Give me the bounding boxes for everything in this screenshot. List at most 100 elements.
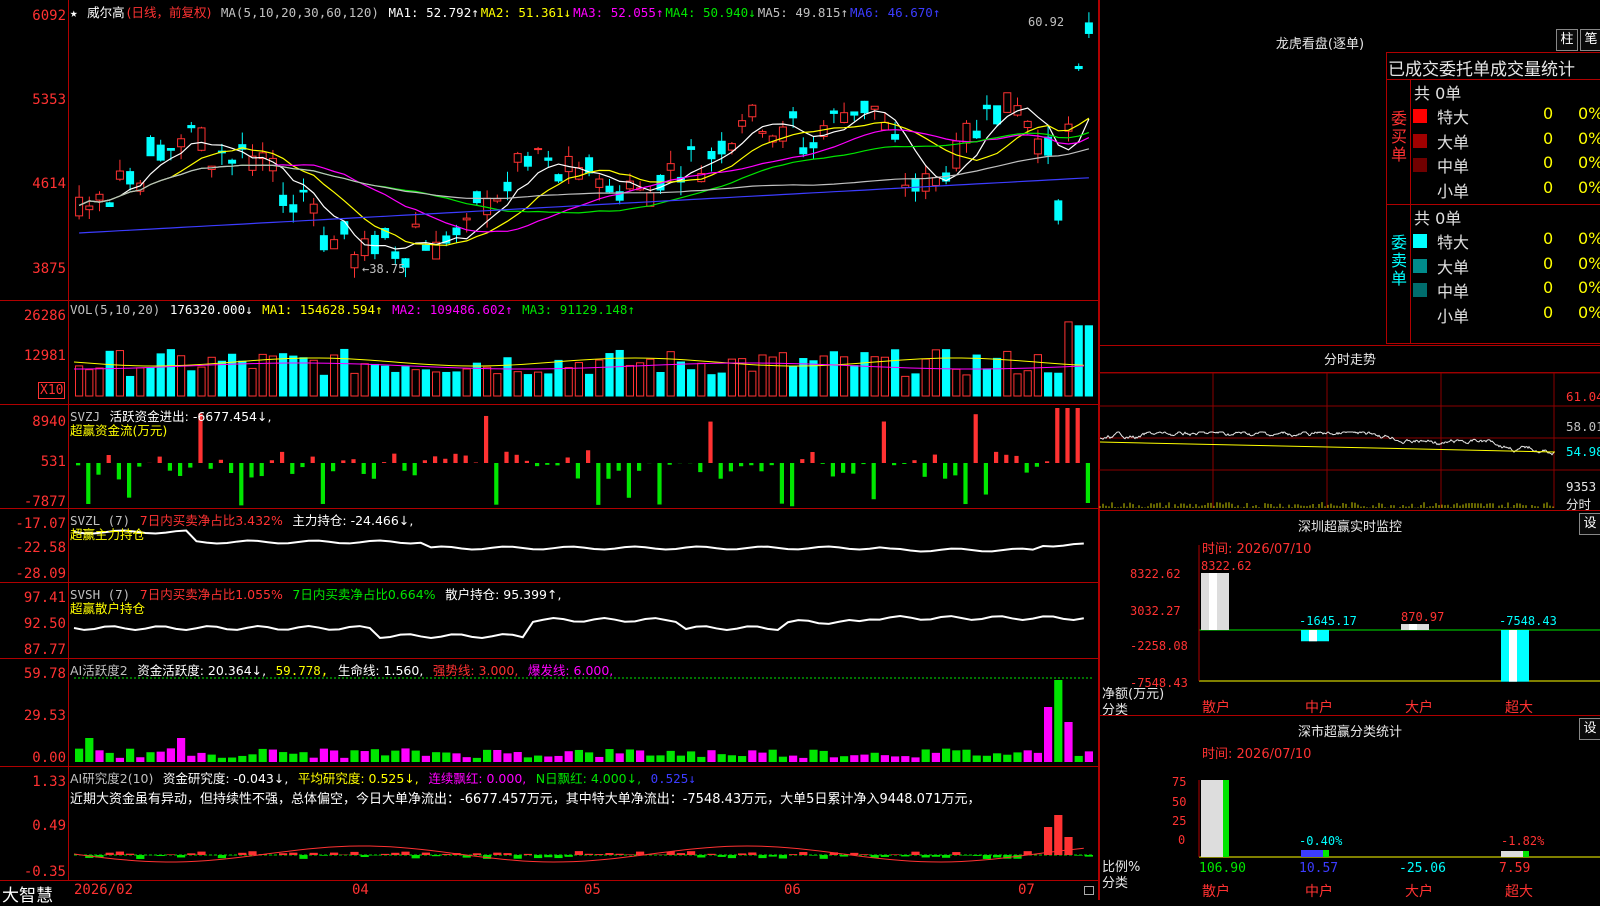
activity-bar [1034, 753, 1042, 762]
row-label: 小单 [1437, 178, 1469, 202]
flow-bar [402, 463, 406, 471]
flow-bar [494, 463, 498, 505]
star-icon[interactable]: ★ [70, 5, 78, 20]
color-swatch [1413, 109, 1427, 123]
candle-body [647, 193, 654, 207]
flow-bar [831, 463, 835, 476]
flow-bar [882, 422, 886, 463]
volume-bar [280, 354, 287, 396]
candle-body [392, 252, 399, 259]
flow-bar [1004, 455, 1008, 463]
pane-divider [0, 766, 1098, 767]
volume-bar [830, 352, 837, 396]
volume-bar [167, 350, 174, 396]
volume-bar [943, 350, 950, 396]
x-tick: 06 [784, 882, 801, 898]
flow-bar [219, 460, 223, 463]
candle-body [841, 113, 848, 123]
research-bar [1044, 827, 1052, 855]
y-tick: 12981 [0, 348, 66, 364]
research-bar [187, 853, 195, 855]
fl-time: 时间: 2026/07/10 [1202, 743, 1311, 762]
y-tick: 59.78 [0, 666, 66, 682]
activity-bar [636, 750, 644, 762]
sz-settings-button[interactable]: 设 [1579, 513, 1600, 535]
activity-bar [595, 757, 603, 762]
research-bar [718, 855, 726, 857]
flow-bar [637, 463, 641, 471]
volume-bar [953, 369, 960, 396]
research-bar [524, 854, 532, 855]
ma-values: MA1: 52.792↑MA2: 51.361↓MA3: 52.055↑MA4:… [388, 5, 942, 20]
activity-bar [422, 756, 430, 762]
research-bar [116, 852, 124, 855]
kline-chart-canvas[interactable] [0, 0, 1100, 900]
ma-header: MA(5,10,20,30,60,120) [221, 5, 379, 20]
activity-bar [738, 756, 746, 762]
volume-bar [218, 361, 225, 396]
volume-bar [759, 355, 766, 396]
y-tick: 26286 [0, 308, 66, 324]
flow-bar [290, 463, 294, 474]
flow-bar [1055, 408, 1059, 463]
flow-bar [810, 452, 814, 463]
flow-bar [555, 463, 559, 465]
activity-bar [830, 757, 838, 762]
flow-bar [331, 463, 335, 471]
volume-bar [402, 367, 409, 396]
flow-bar [321, 463, 325, 504]
research-bar [616, 854, 624, 855]
candle-body [514, 154, 521, 163]
activity-bar [962, 750, 970, 762]
candle-body [708, 152, 715, 159]
research-bar [422, 853, 430, 855]
bar-view-button[interactable]: 柱 [1556, 29, 1578, 51]
research-bar [157, 855, 165, 856]
candle-body [76, 197, 83, 216]
tick-view-button[interactable]: 笔 [1580, 29, 1600, 51]
activity-bar [432, 752, 440, 762]
flow-bar [984, 463, 988, 495]
flow-bar [821, 463, 825, 464]
volume-bar [392, 372, 399, 396]
research-bar [1054, 815, 1062, 855]
candle-body [596, 179, 603, 187]
flow-bar [341, 460, 345, 463]
fl-settings-button[interactable]: 设 [1579, 718, 1600, 740]
y-tick: 87.77 [0, 642, 66, 658]
flow-bar [800, 459, 804, 463]
flow-bar [586, 450, 590, 463]
flow-bar [270, 460, 274, 463]
y-tick: 6092 [0, 8, 66, 24]
lock-icon[interactable] [1084, 886, 1094, 895]
flow-bar [1076, 408, 1080, 463]
flow-bar [861, 463, 865, 464]
activity-bar [463, 757, 471, 762]
research-bar [738, 853, 746, 855]
flow-bar [260, 463, 264, 476]
volume-bar [443, 372, 450, 396]
flow-bar [719, 463, 723, 479]
flow-bar [117, 463, 121, 479]
research-bar [922, 855, 930, 857]
row-count: 0 [1543, 254, 1553, 273]
flow-bar [1065, 408, 1069, 463]
candle-body [310, 204, 317, 213]
candle-body [524, 156, 531, 166]
axis-divider [68, 0, 69, 880]
vol-unit-badge: X10 [38, 382, 65, 399]
flow-bar [759, 463, 763, 471]
activity-bar [554, 756, 562, 762]
fl-cat-label: 分类 [1102, 872, 1128, 891]
volume-bar [616, 350, 623, 396]
research-bar [473, 853, 481, 855]
candle-body [983, 105, 990, 108]
activity-bar [667, 751, 675, 762]
lhb-title: 龙虎看盘(逐单) [1070, 33, 1570, 52]
activity-bar [626, 749, 634, 762]
candle-body [198, 128, 205, 150]
candle-body [994, 106, 1001, 124]
volume-bar [1055, 373, 1062, 396]
period-label[interactable]: (日线，前复权) [127, 5, 212, 20]
activity-bar [534, 756, 542, 762]
